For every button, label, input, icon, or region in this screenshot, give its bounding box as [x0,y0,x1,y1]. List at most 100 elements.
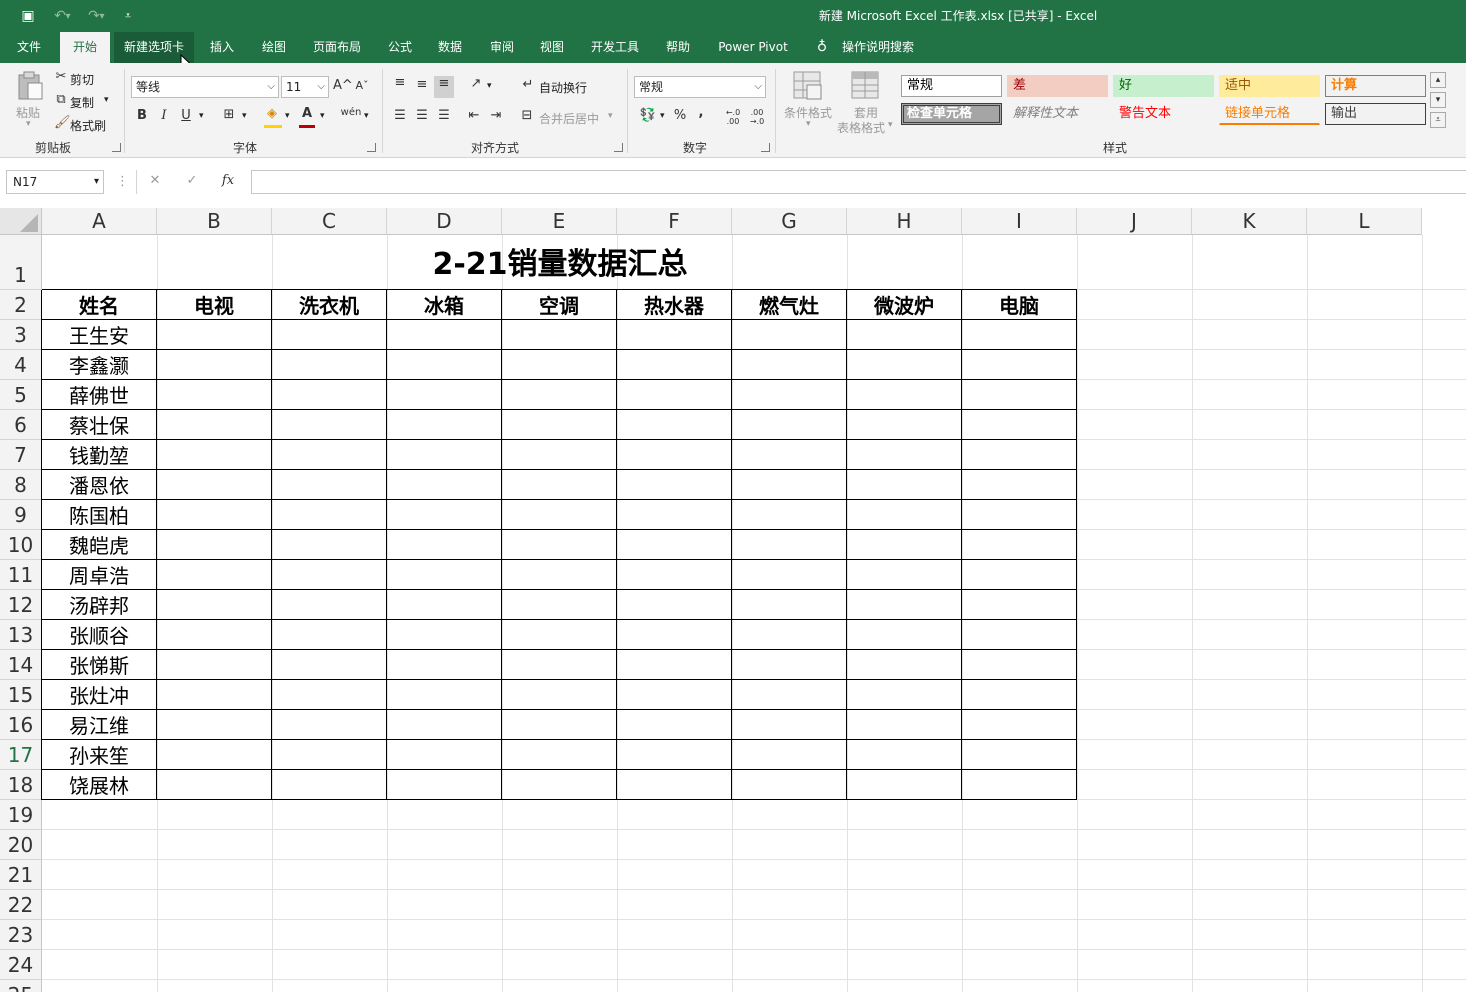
name-box[interactable]: N17 ▾ [6,170,104,194]
worksheet-grid[interactable]: ABCDEFGHIJKL 1 2 3 4 5 6 7 8 9 10 11 12 13 14 15 16 17 18… [0,208,1466,992]
wrap-text-button[interactable]: 自动换行 [539,79,587,96]
paste-dropdown-icon[interactable]: ▾ [26,119,31,129]
table-cell[interactable] [502,350,617,380]
table-cell[interactable] [732,470,847,500]
header-cell[interactable]: 空调 [502,290,617,320]
table-cell[interactable] [387,680,502,710]
table-cell[interactable] [157,530,272,560]
conditional-formatting-dropdown-icon[interactable]: ▾ [806,119,811,129]
table-cell[interactable] [502,410,617,440]
table-cell[interactable] [617,740,732,770]
table-cell[interactable] [847,320,962,350]
header-cell[interactable]: 洗衣机 [272,290,387,320]
table-cell[interactable] [272,530,387,560]
table-cell[interactable] [502,440,617,470]
row-header-19[interactable]: 19 [0,800,42,830]
column-header-c[interactable]: C [272,208,387,235]
orientation-dropdown-icon[interactable]: ▾ [487,81,492,91]
table-cell[interactable] [847,530,962,560]
table-cell[interactable] [387,350,502,380]
align-center-icon[interactable]: ☰ [413,108,431,123]
accounting-dropdown-icon[interactable]: ▾ [660,111,665,121]
table-cell[interactable] [272,470,387,500]
font-color-dropdown-icon[interactable]: ▾ [320,111,325,121]
decrease-decimal-icon[interactable]: .00 →.0 [746,108,768,126]
column-header-a[interactable]: A [42,208,157,235]
header-cell[interactable]: 热水器 [617,290,732,320]
sheet-title-cell[interactable]: 2-21销量数据汇总 [42,235,1078,290]
table-cell[interactable] [962,650,1077,680]
row-header-1[interactable]: 1 [0,235,42,290]
name-cell[interactable]: 张顺谷 [42,620,157,650]
format-painter-button[interactable]: 格式刷 [70,117,106,134]
table-cell[interactable] [387,560,502,590]
align-top-icon[interactable]: ≡ [391,75,409,90]
cell-style-10[interactable]: 输出 [1325,103,1426,125]
table-cell[interactable] [617,320,732,350]
table-cell[interactable] [272,680,387,710]
table-cell[interactable] [272,380,387,410]
row-header-16[interactable]: 16 [0,710,42,740]
fill-color-icon[interactable]: ◈ [263,106,281,121]
table-cell[interactable] [732,410,847,440]
cell-style-2[interactable]: 差 [1007,75,1108,97]
name-cell[interactable]: 张灶冲 [42,680,157,710]
table-cell[interactable] [732,650,847,680]
tab-home[interactable]: 开始 [60,32,110,63]
enter-icon[interactable]: ✓ [183,173,201,188]
align-bottom-icon[interactable]: ≡ [434,76,454,98]
table-cell[interactable] [502,380,617,410]
table-cell[interactable] [617,440,732,470]
table-cell[interactable] [502,680,617,710]
format-as-table-label-2[interactable]: 表格格式 [837,119,885,136]
cell-style-3[interactable]: 好 [1113,75,1214,97]
column-header-e[interactable]: E [502,208,617,235]
row-header-5[interactable]: 5 [0,380,42,410]
table-cell[interactable] [157,590,272,620]
table-cell[interactable] [962,740,1077,770]
tell-me-search[interactable]: 操作说明搜索 [836,32,920,63]
conditional-formatting-icon[interactable] [793,71,823,101]
table-cell[interactable] [272,590,387,620]
gallery-more-icon[interactable]: ⩡ [1430,112,1446,128]
table-cell[interactable] [732,770,847,800]
row-header-17[interactable]: 17 [0,740,42,770]
table-cell[interactable] [617,560,732,590]
table-cell[interactable] [617,530,732,560]
table-cell[interactable] [732,440,847,470]
format-as-table-dropdown-icon[interactable]: ▾ [888,120,893,130]
number-format-select[interactable]: 常规 ⌵ [634,76,766,98]
tab-insert[interactable]: 插入 [200,32,244,63]
table-cell[interactable] [962,320,1077,350]
table-cell[interactable] [387,410,502,440]
percent-button[interactable]: % [672,108,688,123]
clipboard-launcher-icon[interactable] [112,143,121,152]
tab-developer[interactable]: 开发工具 [582,32,648,63]
table-cell[interactable] [847,440,962,470]
merge-dropdown-icon[interactable]: ▾ [608,111,613,121]
table-cell[interactable] [387,380,502,410]
column-header-l[interactable]: L [1307,208,1422,235]
table-cell[interactable] [272,410,387,440]
table-cell[interactable] [272,710,387,740]
table-cell[interactable] [962,350,1077,380]
table-cell[interactable] [387,770,502,800]
row-header-21[interactable]: 21 [0,860,42,890]
table-cell[interactable] [272,770,387,800]
row-header-3[interactable]: 3 [0,320,42,350]
name-cell[interactable]: 潘恩依 [42,470,157,500]
merge-center-button[interactable]: 合并后居中 [539,110,599,127]
table-cell[interactable] [617,350,732,380]
table-cell[interactable] [157,560,272,590]
name-cell[interactable]: 张悌斯 [42,650,157,680]
table-cell[interactable] [272,650,387,680]
tab-file[interactable]: 文件 [8,32,50,63]
column-header-b[interactable]: B [157,208,272,235]
table-cell[interactable] [502,590,617,620]
row-header-9[interactable]: 9 [0,500,42,530]
align-left-icon[interactable]: ☰ [391,108,409,123]
phonetic-dropdown-icon[interactable]: ▾ [364,111,369,121]
format-as-table-icon[interactable] [851,71,881,101]
table-cell[interactable] [732,380,847,410]
column-header-h[interactable]: H [847,208,962,235]
